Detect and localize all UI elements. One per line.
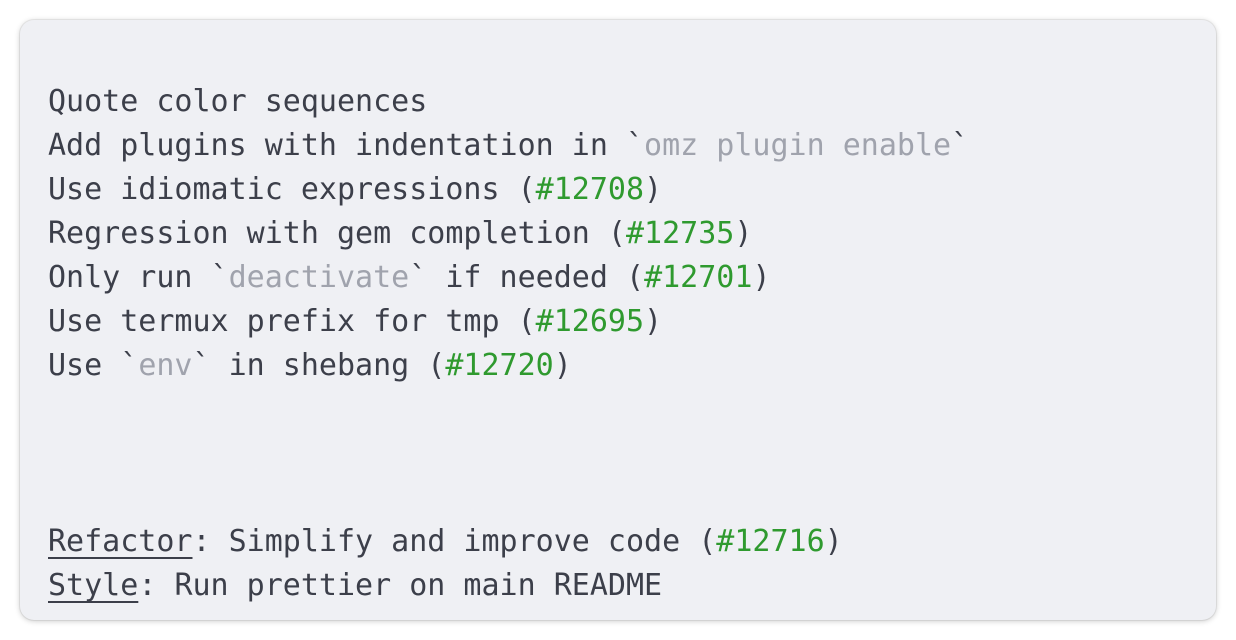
line-text: Only run: [48, 260, 211, 295]
inline-code: deactivate: [228, 260, 410, 295]
list-item: Use idiomatic expressions (#12708): [48, 168, 1196, 212]
backtick: `: [120, 348, 139, 383]
line-text: Quote color sequences: [48, 84, 428, 119]
pr-link[interactable]: #12716: [716, 524, 824, 559]
line-text: ): [644, 304, 663, 339]
changelog-window: Quote color sequences Add plugins with i…: [20, 20, 1216, 620]
list-item: Only run `deactivate` if needed (#12701): [48, 256, 1196, 300]
line-text: in shebang (: [210, 348, 446, 383]
line-text: ): [734, 216, 753, 251]
list-item: Add plugins with indentation in `omz plu…: [48, 124, 1196, 168]
list-item: Quote color sequences: [48, 80, 1196, 124]
inline-code: omz plugin enable: [644, 128, 952, 163]
line-text: Simplify and improve code (: [228, 524, 717, 559]
line-text: Add plugins with indentation in: [48, 128, 626, 163]
backtick: `: [951, 128, 970, 163]
changelog-content: Quote color sequences Add plugins with i…: [48, 80, 1196, 620]
pr-link[interactable]: #12701: [644, 260, 752, 295]
list-item: Use termux prefix for tmp (#12695): [48, 300, 1196, 344]
backtick: `: [625, 128, 645, 163]
line-text: Regression with gem completion (: [48, 216, 626, 251]
inline-code: env: [138, 348, 193, 383]
line-text: if needed (: [427, 260, 645, 295]
pr-link[interactable]: #12695: [536, 304, 644, 339]
pr-link[interactable]: #12735: [626, 216, 734, 251]
pr-link[interactable]: #12720: [445, 348, 553, 383]
line-text: ): [824, 524, 843, 559]
list-item: Style: Run prettier on main README: [48, 564, 1196, 608]
line-text: Use termux prefix for tmp (: [48, 304, 536, 339]
line-text: :: [192, 524, 229, 559]
line-text: :: [138, 568, 175, 603]
backtick: `: [409, 260, 428, 295]
line-text: Use idiomatic expressions (: [48, 172, 536, 207]
list-item: Regression with gem completion (#12735): [48, 212, 1196, 256]
list-item: Refactor: Simplify and improve code (#12…: [48, 520, 1196, 564]
line-text: ): [644, 172, 663, 207]
line-text: ): [553, 348, 572, 383]
category-tag: Refactor: [48, 524, 193, 559]
backtick: `: [192, 348, 211, 383]
list-item: Use `env` in shebang (#12720): [48, 344, 1196, 388]
category-tag: Style: [48, 568, 139, 603]
line-text: ): [752, 260, 771, 295]
line-text: Run prettier on main README: [174, 568, 663, 603]
pr-link[interactable]: #12708: [536, 172, 644, 207]
backtick: `: [210, 260, 229, 295]
line-text: Use: [48, 348, 121, 383]
